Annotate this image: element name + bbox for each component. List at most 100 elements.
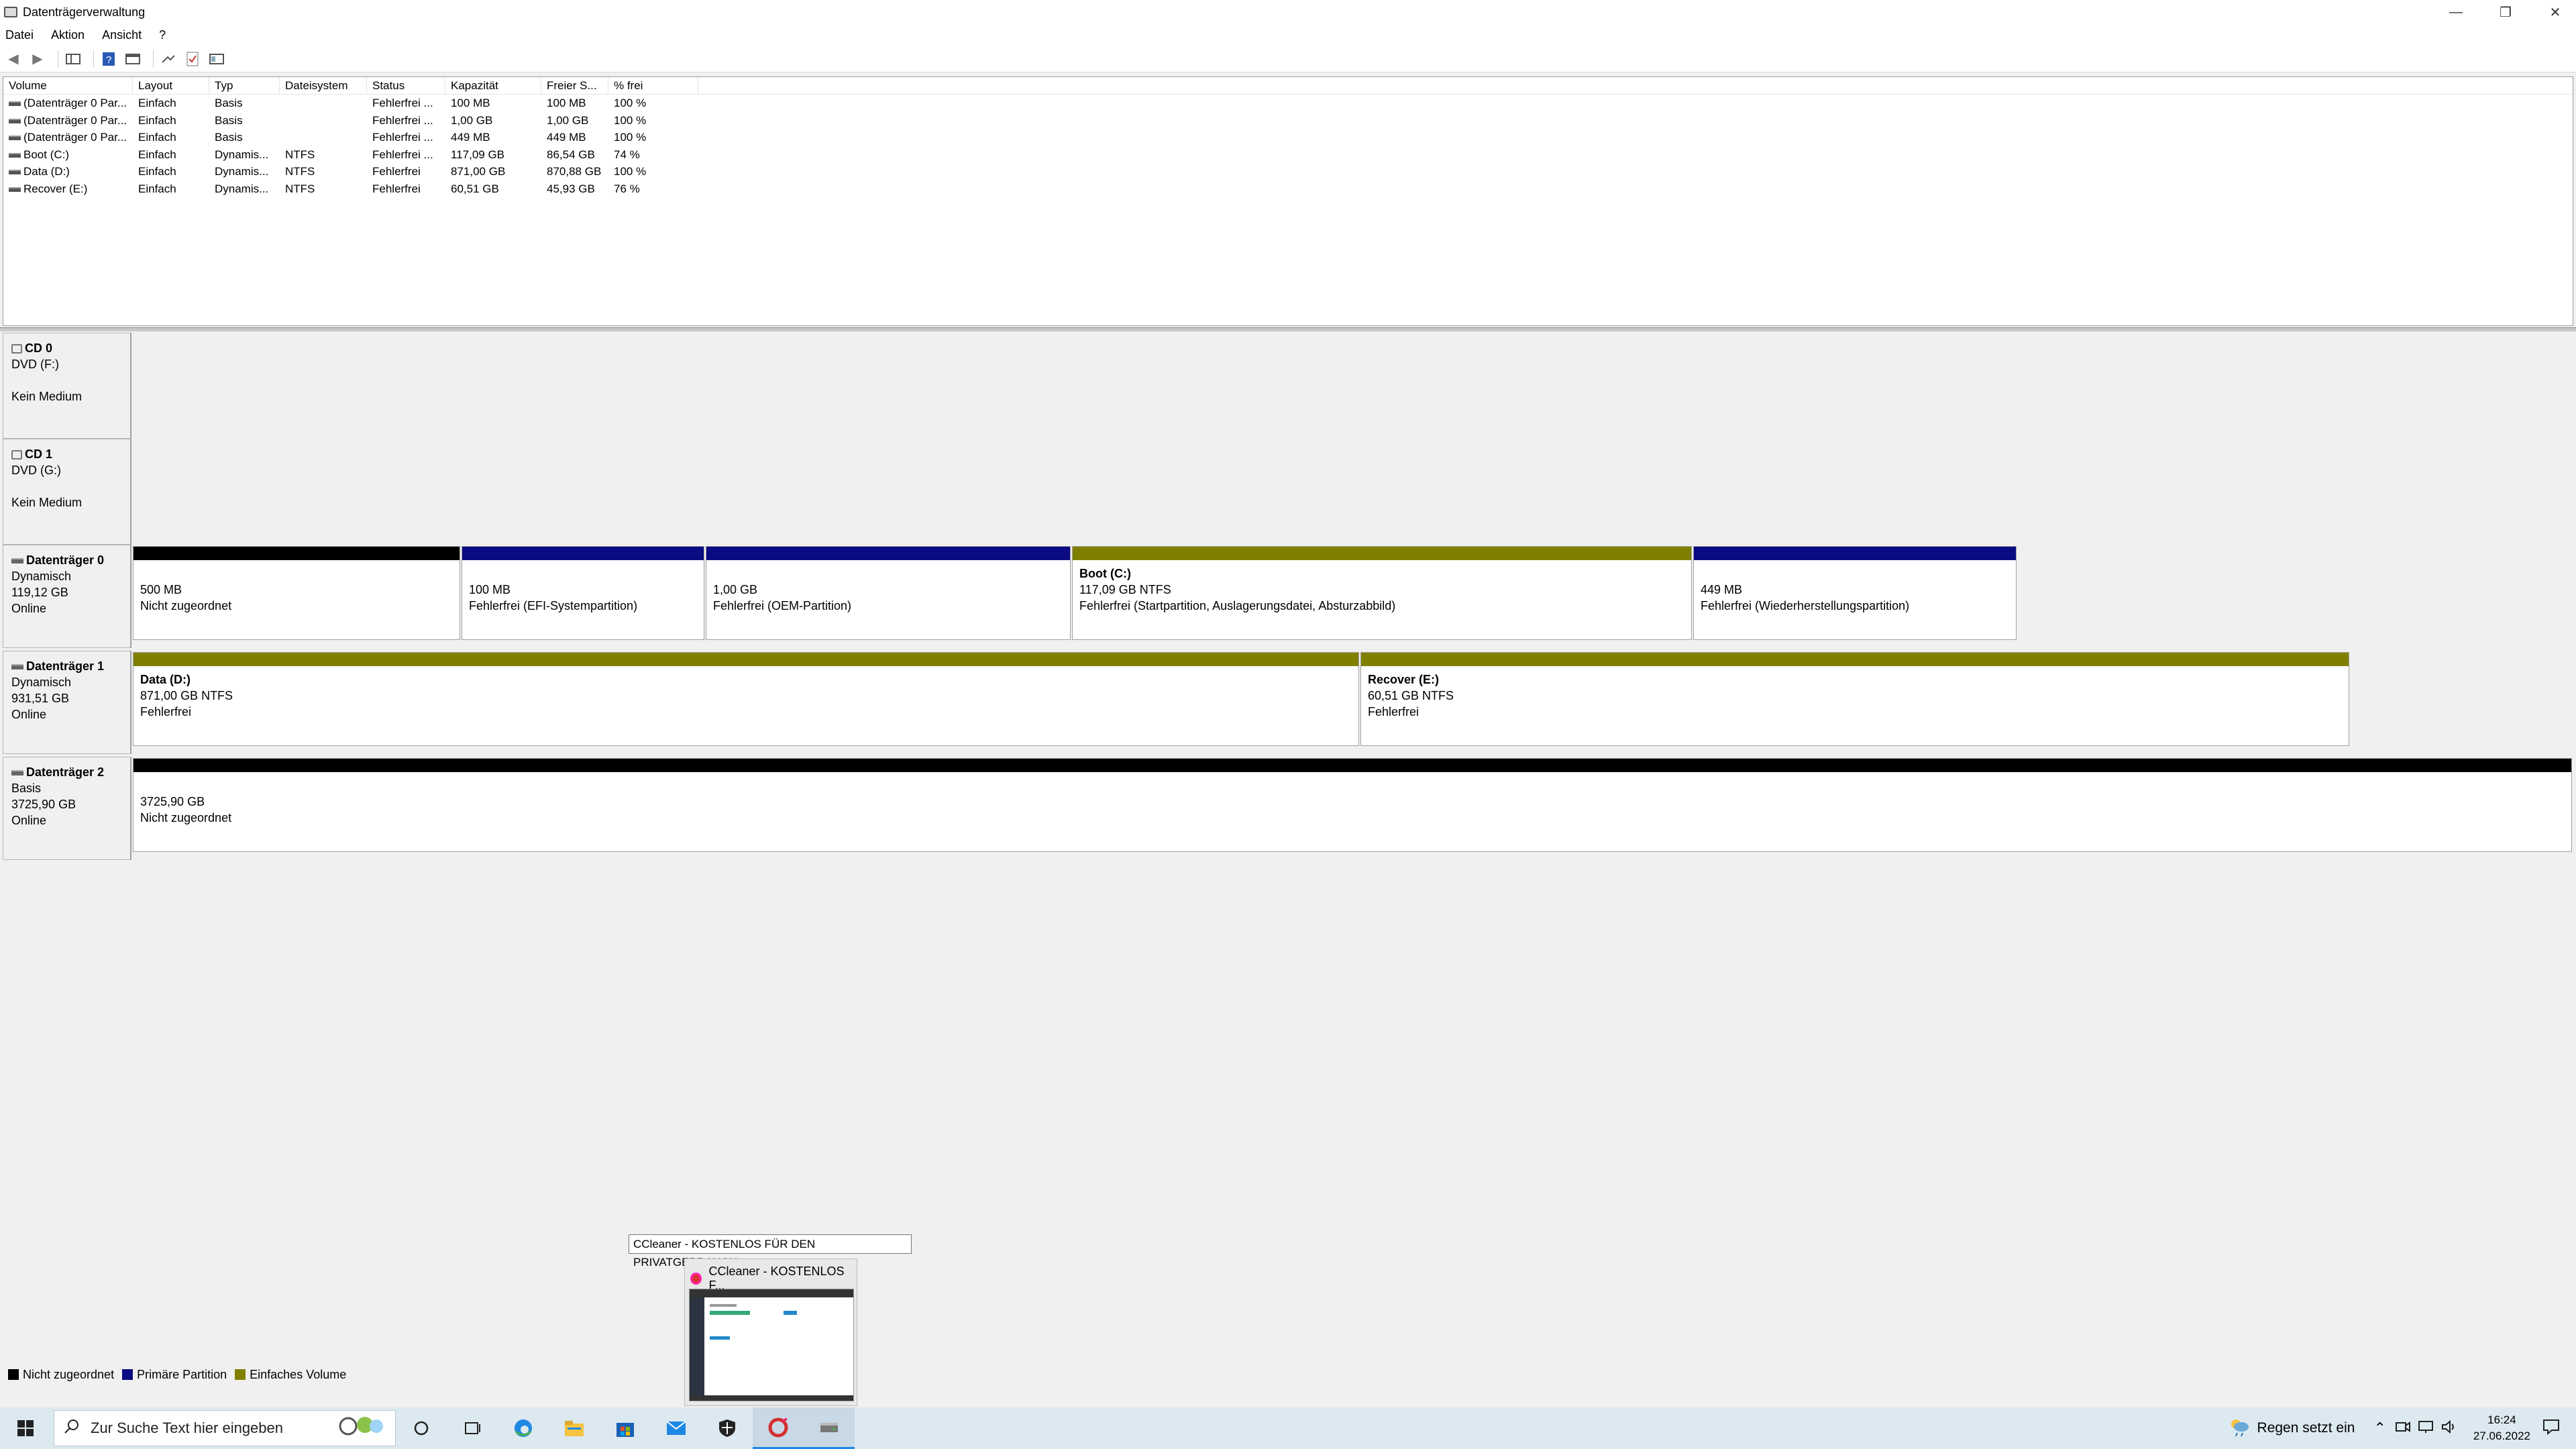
file-explorer-icon[interactable]: [549, 1407, 600, 1449]
cell-volume: Boot (C:): [3, 146, 133, 164]
partition-unallocated[interactable]: 500 MB Nicht zugeordnet: [133, 546, 460, 640]
cell-text: Einfach: [138, 97, 176, 109]
legend: Nicht zugeordnet Primäre Partition Einfa…: [0, 1366, 2576, 1383]
cell-text: 871,00 GB: [451, 165, 506, 178]
properties-icon[interactable]: [123, 50, 142, 68]
forward-arrow-icon[interactable]: ▶: [28, 50, 47, 68]
cell-text: (Datenträger 0 Par...: [23, 97, 127, 109]
taskbar-search-box[interactable]: Zur Suche Text hier eingeben: [54, 1410, 396, 1446]
partition-band: [1694, 547, 2016, 560]
col-status[interactable]: Status: [367, 77, 445, 94]
partition-recovery[interactable]: 449 MB Fehlerfrei (Wiederherstellungspart…: [1693, 546, 2017, 640]
cell-typ: Dynamis...: [209, 146, 280, 164]
menu-ansicht[interactable]: Ansicht: [102, 28, 142, 42]
back-arrow-icon[interactable]: ◀: [4, 50, 23, 68]
col-prozent-frei[interactable]: % frei: [608, 77, 698, 94]
show-hidden-icons-chevron-icon[interactable]: ⌃: [2373, 1419, 2385, 1437]
menu-aktion[interactable]: Aktion: [51, 28, 85, 42]
disk-management-taskbar-icon[interactable]: [804, 1407, 855, 1449]
legend-swatch-primary: [122, 1369, 133, 1380]
weather-text[interactable]: Regen setzt ein: [2257, 1420, 2355, 1436]
volume-icon: [9, 136, 21, 141]
cell-text: 117,09 GB: [451, 148, 505, 161]
cell-kapazitaet: 1,00 GB: [445, 112, 541, 129]
menu-datei[interactable]: Datei: [5, 28, 34, 42]
volume-row[interactable]: (Datenträger 0 Par... Einfach Basis Fehlerf…: [3, 112, 2573, 129]
disk-label-0[interactable]: Datenträger 0 Dynamisch 119,12 GB Online: [3, 545, 131, 648]
cell-text: 1,00 GB: [451, 113, 493, 127]
mail-icon[interactable]: [651, 1407, 702, 1449]
cell-text: (Datenträger 0 Par...: [23, 113, 127, 127]
disk-label-1[interactable]: Datenträger 1 Dynamisch 931,51 GB Online: [3, 651, 131, 754]
volume-row[interactable]: Boot (C:) Einfach Dynamis... NTFS Fehlerfrei…: [3, 146, 2573, 164]
menu-help[interactable]: ?: [159, 28, 166, 42]
partition-efi[interactable]: 100 MB Fehlerfrei (EFI-Systempartition): [462, 546, 704, 640]
cell-text: Basis: [215, 97, 243, 109]
ccleaner-taskbar-icon[interactable]: [753, 1407, 804, 1449]
edge-browser-icon[interactable]: [498, 1407, 549, 1449]
cell-text: Data (D:): [23, 165, 70, 178]
cortana-icon[interactable]: [396, 1407, 447, 1449]
disk-label-cd1[interactable]: CD 1 DVD (G:) Kein Medium: [3, 439, 131, 545]
partition-data-d[interactable]: Data (D:) 871,00 GB NTFS Fehlerfrei: [133, 652, 1359, 746]
col-freier-speicher[interactable]: Freier S...: [541, 77, 608, 94]
partition-title: Recover (E:): [1368, 673, 1440, 686]
volume-icon: [9, 152, 21, 158]
console-tree-icon[interactable]: [64, 50, 83, 68]
volume-icon: [9, 118, 21, 123]
meet-now-icon[interactable]: [2395, 1420, 2410, 1437]
legend-swatch-simple: [235, 1369, 246, 1380]
cell-text: Basis: [215, 113, 243, 127]
checklist-icon[interactable]: [183, 50, 202, 68]
cell-text: 86,54 GB: [547, 148, 595, 161]
view-icon[interactable]: [207, 50, 226, 68]
partition-size: 117,09 GB NTFS: [1079, 583, 1171, 596]
partition-title: [140, 566, 454, 582]
partition-oem[interactable]: 1,00 GB Fehlerfrei (OEM-Partition): [706, 546, 1071, 640]
col-kapazitaet[interactable]: Kapazität: [445, 77, 541, 94]
cell-text: 449 MB: [451, 131, 490, 144]
volume-icon[interactable]: [2441, 1419, 2457, 1437]
menu-bar: Datei Aktion Ansicht ?: [0, 24, 2576, 46]
pane-splitter[interactable]: [0, 327, 2576, 331]
cell-text: Einfach: [138, 182, 176, 195]
volume-row[interactable]: (Datenträger 0 Par... Einfach Basis Fehlerf…: [3, 95, 2573, 112]
col-volume[interactable]: Volume: [3, 77, 133, 94]
weather-icon[interactable]: [2228, 1416, 2251, 1441]
partition-unallocated-disk2[interactable]: 3725,90 GB Nicht zugeordnet: [133, 758, 2572, 852]
partition-boot-c[interactable]: Boot (C:) 117,09 GB NTFS Fehlerfrei (Start…: [1072, 546, 1692, 640]
disk-size: 931,51 GB: [11, 692, 70, 705]
volume-row[interactable]: Recover (E:) Einfach Dynamis... NTFS Fehlerf…: [3, 180, 2573, 198]
notifications-icon[interactable]: [2542, 1419, 2560, 1438]
cell-status: Fehlerfrei ...: [367, 129, 445, 146]
disk-media-status: Kein Medium: [11, 390, 83, 403]
volume-list-header: Volume Layout Typ Dateisystem Status Kap…: [3, 77, 2573, 95]
cell-text: NTFS: [285, 182, 315, 195]
col-typ[interactable]: Typ: [209, 77, 280, 94]
connect-icon[interactable]: [159, 50, 178, 68]
cell-dateisystem: [280, 112, 367, 129]
task-view-icon[interactable]: [447, 1407, 498, 1449]
partition-status: Fehlerfrei (Wiederherstellungspartition): [1701, 599, 1910, 612]
cell-text: 74 %: [614, 148, 640, 161]
cell-volume: Data (D:): [3, 163, 133, 180]
disk-label-cd0[interactable]: CD 0 DVD (F:) Kein Medium: [3, 333, 131, 439]
partition-band: [133, 653, 1358, 666]
help-icon[interactable]: ?: [99, 50, 118, 68]
volume-row[interactable]: Data (D:) Einfach Dynamis... NTFS Fehlerfrei…: [3, 163, 2573, 180]
col-layout[interactable]: Layout: [133, 77, 209, 94]
col-dateisystem[interactable]: Dateisystem: [280, 77, 367, 94]
search-highlight-icon: [328, 1413, 388, 1444]
windows-start-icon[interactable]: [0, 1407, 51, 1449]
network-icon[interactable]: [2418, 1420, 2433, 1437]
cell-dateisystem: [280, 95, 367, 112]
microsoft-store-icon[interactable]: [600, 1407, 651, 1449]
security-shield-icon[interactable]: [702, 1407, 753, 1449]
partition-recover-e[interactable]: Recover (E:) 60,51 GB NTFS Fehlerfrei: [1360, 652, 2349, 746]
disk-label-2[interactable]: Datenträger 2 Basis 3725,90 GB Online: [3, 757, 131, 860]
legend-swatch-unallocated: [8, 1369, 19, 1380]
taskbar-thumbnail-ccleaner[interactable]: CCleaner - KOSTENLOS F...: [684, 1258, 857, 1406]
close-button[interactable]: ✕: [2525, 0, 2576, 24]
taskbar-clock[interactable]: 16:24 27.06.2022: [2473, 1412, 2530, 1444]
volume-row[interactable]: (Datenträger 0 Par... Einfach Basis Fehlerf…: [3, 129, 2573, 146]
